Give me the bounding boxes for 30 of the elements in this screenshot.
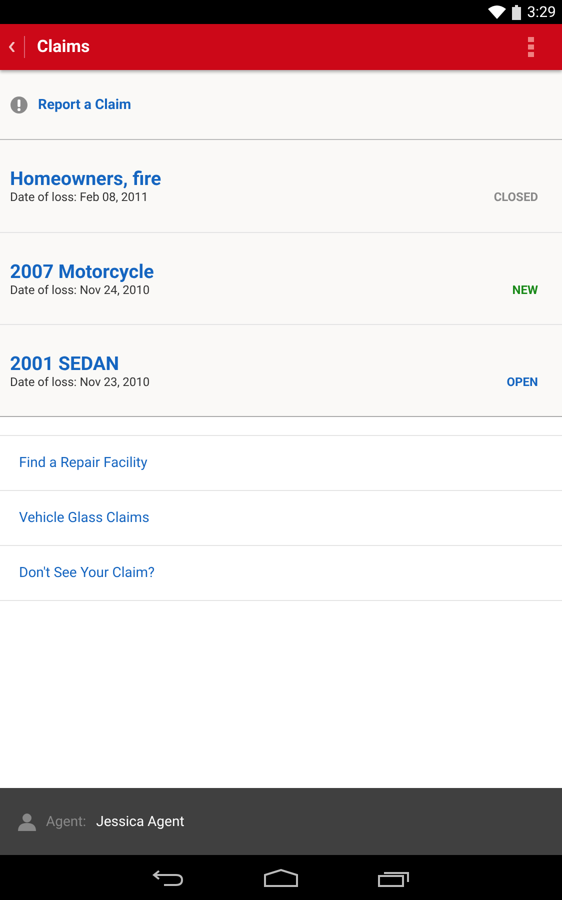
claim-status: CLOSED xyxy=(494,190,538,204)
loss-date: Date of loss: Feb 08, 2011 xyxy=(10,190,148,204)
more-icon xyxy=(528,37,534,57)
claim-title: Homeowners, fire xyxy=(10,168,162,190)
agent-label: Agent: xyxy=(46,814,86,830)
claim-title: 2007 Motorcycle xyxy=(10,261,155,283)
clock-text: 3:29 xyxy=(527,3,556,21)
agent-name: Jessica Agent xyxy=(96,814,184,830)
claim-title: 2001 SEDAN xyxy=(10,353,120,375)
loss-date: Date of loss: Nov 23, 2010 xyxy=(10,375,150,389)
claim-item[interactable]: Homeowners, fire Date of loss: Feb 08, 2011 CLOSED xyxy=(0,140,562,232)
wifi-icon xyxy=(488,5,506,19)
menu-link[interactable]: Find a Repair Facility xyxy=(19,455,148,471)
person-icon xyxy=(18,812,36,830)
alert-icon xyxy=(10,96,28,114)
screen-title: Claims xyxy=(37,37,91,57)
loss-date: Date of loss: Nov 24, 2010 xyxy=(10,283,150,297)
claim-item[interactable]: 2001 SEDAN Date of loss: Nov 23, 2010 OPEN xyxy=(0,324,562,416)
claim-status: OPEN xyxy=(506,375,538,389)
chevron-left-icon xyxy=(9,42,15,52)
back-arrow-icon xyxy=(152,868,184,886)
home-icon xyxy=(264,868,298,886)
report-claim-link[interactable]: Report a Claim xyxy=(38,96,132,112)
menu-link[interactable]: Don't See Your Claim? xyxy=(19,565,155,581)
battery-icon xyxy=(512,4,522,20)
home-nav-button[interactable] xyxy=(264,868,298,886)
back-nav-button[interactable] xyxy=(152,868,184,886)
claim-item[interactable]: 2007 Motorcycle Date of loss: Nov 24, 2010 NEW xyxy=(0,232,562,324)
claim-status: NEW xyxy=(512,283,538,297)
menu-link[interactable]: Vehicle Glass Claims xyxy=(19,510,150,526)
